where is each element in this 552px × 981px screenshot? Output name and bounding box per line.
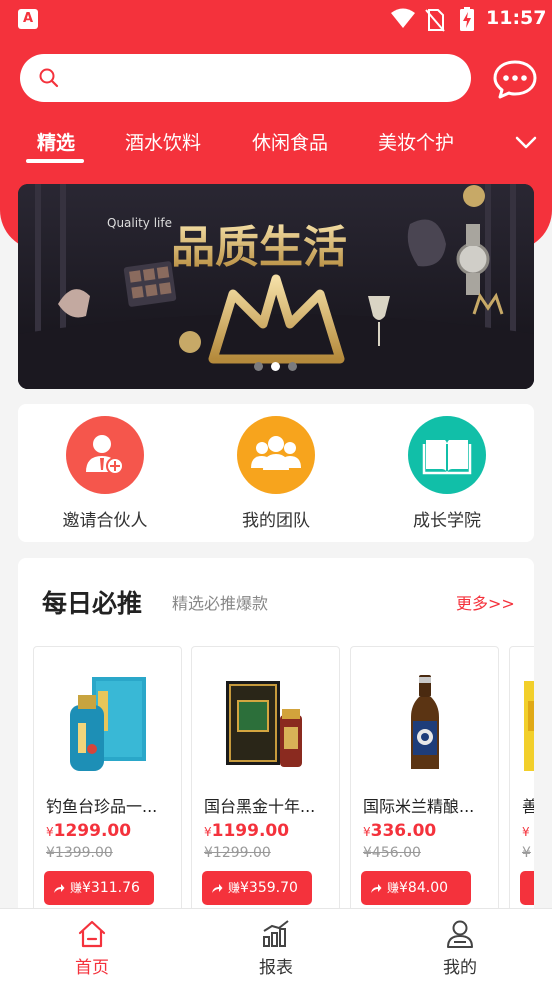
product-image [524, 681, 534, 771]
product-image [411, 675, 439, 769]
share-icon [54, 884, 65, 893]
quick-actions-card: 邀请合伙人 我的团队 成长学院 [18, 404, 534, 542]
currency-symbol: ¥ [363, 825, 371, 839]
add-user-icon [86, 435, 124, 475]
product-original-price: ¥456.00 [363, 845, 421, 861]
price-value: 336.00 [370, 821, 437, 841]
daily-picks-subtitle: 精选必推爆款 [172, 594, 269, 613]
book-icon [422, 440, 472, 475]
share-icon [371, 884, 382, 893]
tab-snacks[interactable]: 休闲食品 [252, 128, 328, 155]
banner-subtitle: Quality life [107, 216, 172, 230]
product-name: 善 [522, 793, 534, 817]
earn-label: 赚 [70, 881, 83, 895]
battery-charging-icon [460, 7, 474, 31]
invite-partner-button[interactable]: 邀请合伙人 [35, 416, 175, 536]
nav-profile[interactable]: 我的 [400, 909, 520, 981]
banner-pager [254, 362, 300, 372]
promo-banner[interactable]: Quality life 品质生活 [18, 184, 534, 389]
academy-label: 成长学院 [413, 511, 481, 531]
category-tabs: 精选 酒水饮料 休闲食品 美妆个护 [0, 122, 552, 166]
report-chart-icon [263, 920, 289, 947]
earn-share-button[interactable]: 赚¥311.76 [44, 871, 154, 905]
price-value: 1199.00 [211, 821, 290, 841]
earn-label: 赚 [228, 881, 241, 895]
search-icon [39, 68, 59, 88]
nav-profile-label: 我的 [443, 958, 477, 978]
product-name: 国台黑金十年... [204, 797, 316, 816]
status-time: 11:57 [486, 7, 547, 29]
chevron-down-icon[interactable] [514, 134, 538, 150]
search-input[interactable] [70, 62, 450, 94]
nav-report-label: 报表 [259, 958, 293, 978]
team-icon [251, 436, 301, 470]
product-original-price: ¥ [522, 845, 531, 861]
home-icon [78, 920, 106, 948]
status-bar: A 11:57 [0, 0, 552, 38]
tab-featured[interactable]: 精选 [37, 128, 75, 155]
product-card[interactable]: 钓鱼台珍品一... ¥1299.00 ¥1399.00 赚¥311.76 [33, 646, 182, 918]
product-image [70, 677, 146, 771]
nav-home-label: 首页 [75, 958, 109, 978]
profile-icon [447, 920, 473, 948]
product-name: 钓鱼台珍品一... [46, 797, 158, 816]
product-original-price: ¥1399.00 [46, 845, 113, 861]
more-link[interactable]: 更多>> [456, 590, 515, 614]
price-value: 1299.00 [53, 821, 132, 841]
banner-title: 品质生活 [171, 222, 347, 273]
my-team-circle [237, 416, 315, 494]
product-card[interactable]: 国台黑金十年... ¥1199.00 ¥1299.00 赚¥359.70 [191, 646, 340, 918]
earn-amount: ¥359.70 [240, 880, 298, 896]
product-price: ¥1199.00 [204, 821, 289, 841]
my-team-button[interactable]: 我的团队 [206, 416, 346, 536]
tab-beauty[interactable]: 美妆个护 [378, 128, 454, 155]
currency-symbol: ¥ [204, 825, 212, 839]
product-image [226, 681, 302, 767]
product-card[interactable]: 国际米兰精酿... ¥336.00 ¥456.00 赚¥84.00 [350, 646, 499, 918]
earn-share-button[interactable]: 赚¥359.70 [202, 871, 312, 905]
pager-dot-active[interactable] [271, 362, 280, 371]
currency-symbol: ¥ [522, 825, 530, 839]
pager-dot[interactable] [288, 362, 297, 371]
active-tab-indicator [26, 159, 84, 163]
product-price: ¥1299.00 [46, 821, 131, 841]
academy-button[interactable]: 成长学院 [377, 416, 517, 536]
product-price: ¥ [522, 821, 530, 841]
product-list: 钓鱼台珍品一... ¥1299.00 ¥1399.00 赚¥311.76 国台黑… [33, 646, 534, 918]
app-notification-icon: A [18, 9, 38, 29]
wifi-icon [391, 8, 415, 28]
academy-circle [408, 416, 486, 494]
message-icon[interactable] [492, 59, 538, 99]
invite-partner-circle [66, 416, 144, 494]
tab-drinks[interactable]: 酒水饮料 [125, 128, 201, 155]
nav-home[interactable]: 首页 [32, 909, 152, 981]
earn-share-button[interactable] [520, 871, 534, 905]
nav-report[interactable]: 报表 [216, 909, 336, 981]
no-sim-icon [425, 9, 445, 32]
banner-artwork: Quality life 品质生活 [18, 184, 534, 389]
product-card[interactable]: 善 ¥ ¥ [509, 646, 534, 918]
product-price: ¥336.00 [363, 821, 436, 841]
share-icon [212, 884, 223, 893]
bottom-navigation: 首页 报表 我的 [0, 908, 552, 981]
product-original-price: ¥1299.00 [204, 845, 271, 861]
daily-picks-title: 每日必推 [42, 589, 143, 618]
currency-symbol: ¥ [46, 825, 54, 839]
my-team-label: 我的团队 [242, 511, 310, 531]
invite-partner-label: 邀请合伙人 [62, 511, 148, 531]
earn-amount: ¥84.00 [399, 880, 449, 896]
product-name: 国际米兰精酿... [363, 797, 475, 816]
earn-amount: ¥311.76 [82, 880, 140, 896]
earn-share-button[interactable]: 赚¥84.00 [361, 871, 471, 905]
earn-label: 赚 [387, 881, 400, 895]
search-bar[interactable] [20, 54, 471, 102]
daily-picks-card: 每日必推 精选必推爆款 更多>> 钓鱼台珍品一... ¥1299.00 ¥139… [18, 558, 534, 918]
pager-dot[interactable] [254, 362, 263, 371]
